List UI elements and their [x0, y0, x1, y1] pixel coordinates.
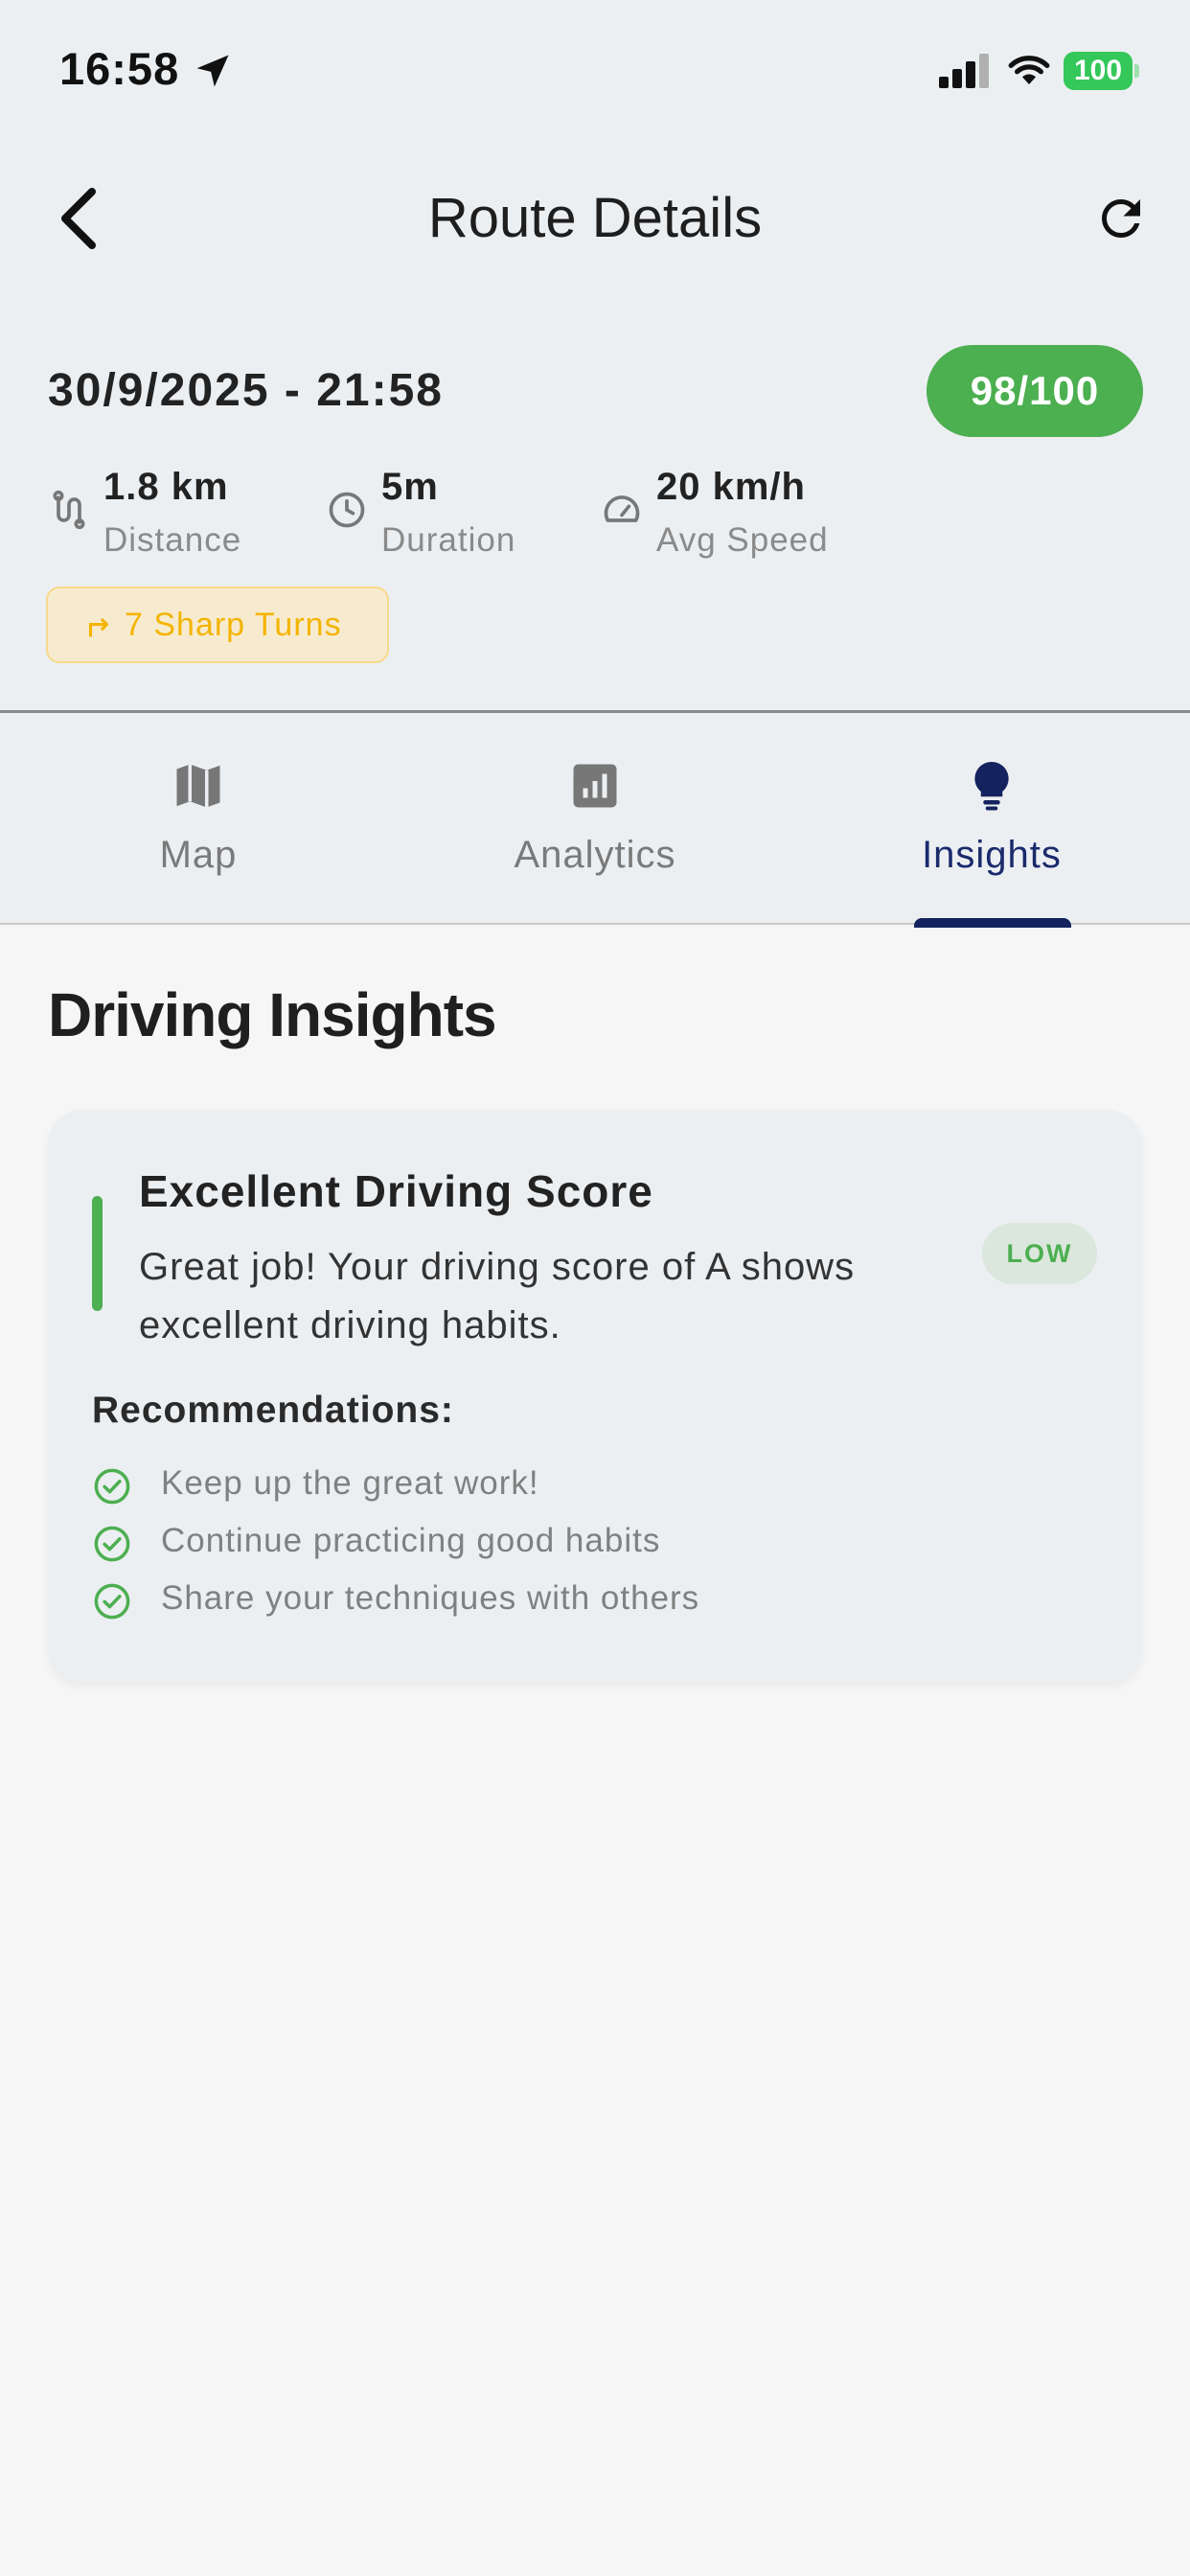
- lightbulb-icon: [974, 761, 1009, 811]
- page-title: Route Details: [427, 187, 763, 249]
- sharp-turns-chip: 7 Sharp Turns: [46, 586, 389, 663]
- map-icon: [176, 764, 220, 808]
- recommendation-text: Keep up the great work!: [161, 1464, 539, 1502]
- tab-bar: Map Analytics Insights: [0, 710, 1190, 928]
- check-circle-icon: [94, 1526, 130, 1562]
- tab-map[interactable]: Map: [0, 713, 397, 926]
- sharp-turns-label: 7 Sharp Turns: [125, 607, 342, 643]
- distance-label: Distance: [103, 521, 242, 559]
- score-badge: 98/100: [927, 345, 1143, 437]
- avg-speed-value: 20 km/h: [656, 466, 806, 508]
- active-tab-indicator: [914, 918, 1071, 928]
- recommendations-title: Recommendations:: [92, 1390, 454, 1431]
- speedometer-icon: [604, 495, 640, 522]
- duration-label: Duration: [381, 521, 516, 559]
- tab-analytics[interactable]: Analytics: [397, 713, 793, 926]
- recommendation-text: Continue practicing good habits: [161, 1522, 661, 1559]
- check-circle-icon: [94, 1583, 130, 1620]
- clock-icon: [329, 492, 365, 528]
- battery-icon: 100: [1064, 52, 1140, 90]
- severity-badge: LOW: [982, 1223, 1097, 1284]
- tab-insights-label: Insights: [922, 834, 1062, 876]
- recommendation-text: Share your techniques with others: [161, 1579, 700, 1617]
- route-icon: [53, 490, 85, 530]
- tab-insights[interactable]: Insights: [793, 713, 1190, 926]
- duration-value: 5m: [381, 466, 439, 508]
- distance-value: 1.8 km: [103, 466, 229, 508]
- route-datetime: 30/9/2025 - 21:58: [48, 365, 444, 416]
- insight-title: Excellent Driving Score: [139, 1166, 653, 1216]
- wifi-icon: [1008, 56, 1050, 84]
- battery-level: 100: [1064, 52, 1133, 90]
- battery-tip: [1134, 64, 1139, 78]
- tab-analytics-label: Analytics: [514, 834, 676, 876]
- avg-speed-label: Avg Speed: [656, 521, 829, 559]
- location-arrow-icon: [196, 55, 229, 87]
- tab-map-label: Map: [159, 834, 238, 876]
- cellular-signal-icon: [939, 54, 989, 88]
- analytics-icon: [573, 764, 617, 808]
- status-time: 16:58: [59, 43, 180, 94]
- section-title: Driving Insights: [48, 980, 497, 1049]
- insight-card: Excellent Driving Score Great job! Your …: [48, 1110, 1142, 1683]
- turn-right-icon: [88, 617, 109, 637]
- card-accent-bar: [92, 1196, 103, 1311]
- insight-description: Great job! Your driving score of A shows…: [139, 1246, 856, 1346]
- refresh-icon[interactable]: [1092, 190, 1150, 247]
- check-circle-icon: [94, 1468, 130, 1505]
